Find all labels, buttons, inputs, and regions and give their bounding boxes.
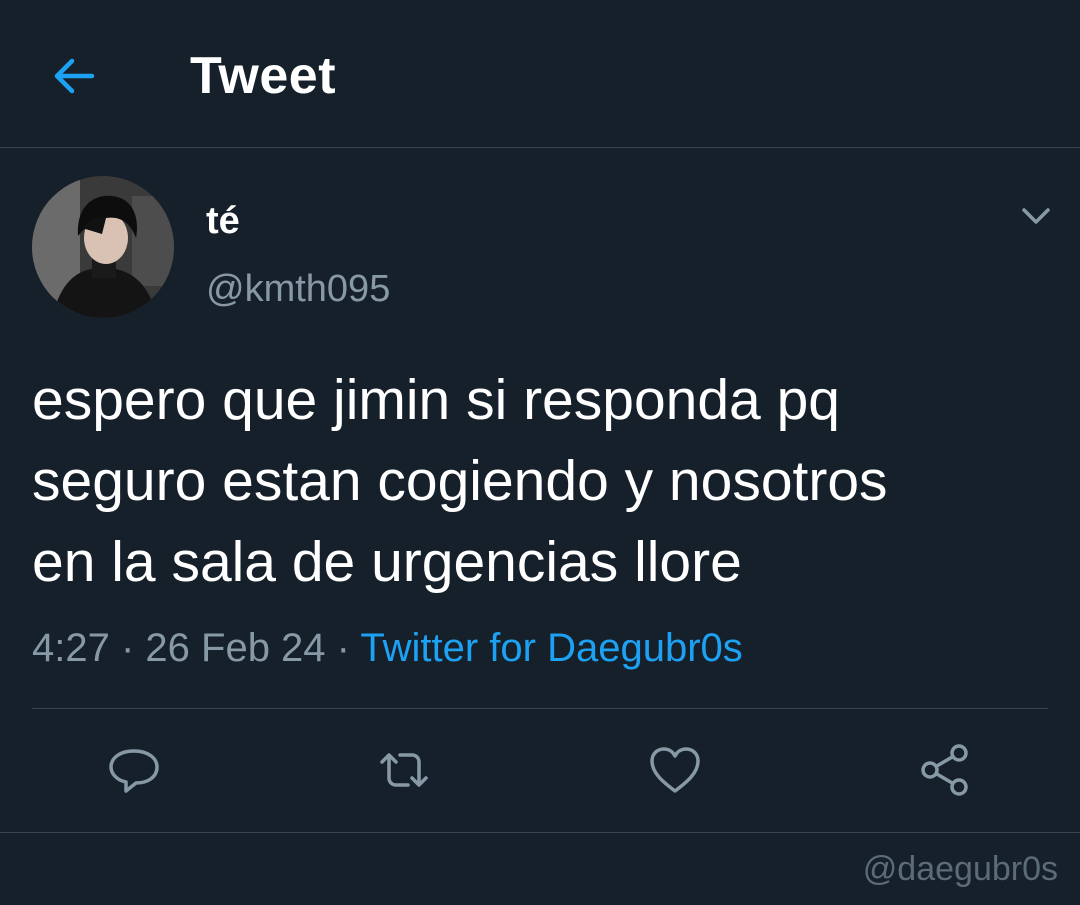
user-handle[interactable]: @kmth095: [206, 266, 390, 312]
meta-separator: ·: [325, 626, 361, 670]
like-button[interactable]: [645, 740, 705, 800]
avatar-image: [32, 176, 174, 318]
tweet-text: espero que jimin si responda pq seguro e…: [32, 368, 888, 594]
retweet-icon: [380, 753, 428, 787]
tweet-date: 26 Feb 24: [145, 626, 326, 670]
retweet-button[interactable]: [374, 740, 434, 800]
divider: [32, 708, 1048, 709]
reply-button[interactable]: [104, 740, 164, 800]
tweet-options-button[interactable]: [1014, 196, 1058, 236]
arrow-left-icon: [54, 58, 95, 94]
share-icon: [921, 744, 968, 796]
tweet-time: 4:27: [32, 626, 110, 670]
back-button[interactable]: [44, 46, 104, 106]
share-button[interactable]: [915, 740, 975, 800]
reply-icon: [109, 749, 159, 793]
chevron-down-icon: [1022, 208, 1050, 224]
page-title: Tweet: [190, 47, 337, 105]
avatar[interactable]: [32, 176, 174, 318]
divider: [0, 832, 1080, 833]
meta-separator: ·: [109, 626, 146, 670]
top-app-bar: Tweet: [0, 0, 1080, 148]
display-name[interactable]: té: [206, 198, 240, 244]
heart-icon: [650, 747, 700, 793]
tweet-meta: 4:27 · 26 Feb 24 · Twitter for Daegubr0s: [32, 622, 743, 674]
watermark: @daegubr0s: [862, 850, 1058, 888]
tweet-source-link[interactable]: Twitter for Daegubr0s: [360, 626, 742, 670]
